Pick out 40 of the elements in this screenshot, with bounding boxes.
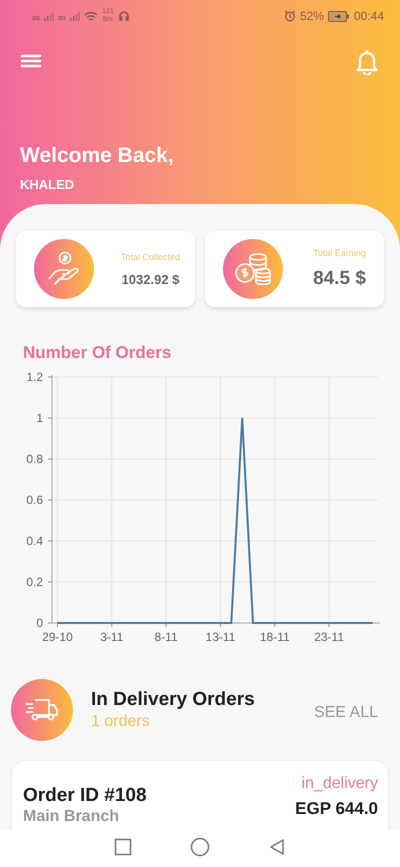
hand-coin-icon <box>47 251 81 287</box>
y-tick-label: 0.2 <box>26 575 43 589</box>
battery-icon <box>328 10 350 22</box>
stat-value: 84.5 $ <box>313 268 366 290</box>
x-tick-label: 3-11 <box>100 630 124 644</box>
stat-label: Total Earning <box>313 248 366 258</box>
order-total: EGP 644.0 <box>295 799 378 819</box>
alarm-icon <box>284 10 296 22</box>
battery-percent: 52% <box>300 9 324 23</box>
x-tick-label: 8-11 <box>154 630 178 644</box>
y-tick-label: 0 <box>36 616 43 630</box>
y-tick-label: 1 <box>36 411 43 425</box>
coins-icon <box>234 253 272 285</box>
branch-name: Main Branch <box>23 808 120 826</box>
bell-icon <box>354 47 380 75</box>
x-tick-label: 13-11 <box>206 630 236 644</box>
orders-count: 1 orders <box>91 713 151 731</box>
menu-icon <box>20 52 42 70</box>
clock-time: 00:44 <box>354 9 384 23</box>
stat-label: Total Collected <box>120 252 180 262</box>
signal-icon <box>70 11 80 21</box>
order-id: Order ID #108 <box>23 785 147 807</box>
x-tick-label: 29-10 <box>42 630 73 644</box>
user-name: KHALED <box>20 177 76 192</box>
y-tick-label: 0.6 <box>26 493 43 507</box>
x-tick-label: 23-11 <box>314 630 344 644</box>
y-tick-label: 1.2 <box>26 370 43 384</box>
headset-icon <box>118 10 130 22</box>
y-tick-label: 0.4 <box>26 534 43 548</box>
stat-value: 1032.92 $ <box>122 272 180 286</box>
order-status: in_delivery <box>300 775 378 793</box>
welcome-title: Welcome Back, <box>20 144 175 168</box>
y-tick-label: 0.8 <box>26 452 43 466</box>
wifi-icon <box>84 10 98 22</box>
order-card[interactable]: Order ID #108 Main Branch in_delivery EGP 644.0 <box>12 761 388 830</box>
signal-icon <box>44 11 54 21</box>
truck-icon <box>25 697 59 723</box>
x-tick-label: 18-11 <box>260 630 290 644</box>
chart-title: Number Of Orders <box>23 343 172 363</box>
section-title: In Delivery Orders <box>91 689 256 711</box>
